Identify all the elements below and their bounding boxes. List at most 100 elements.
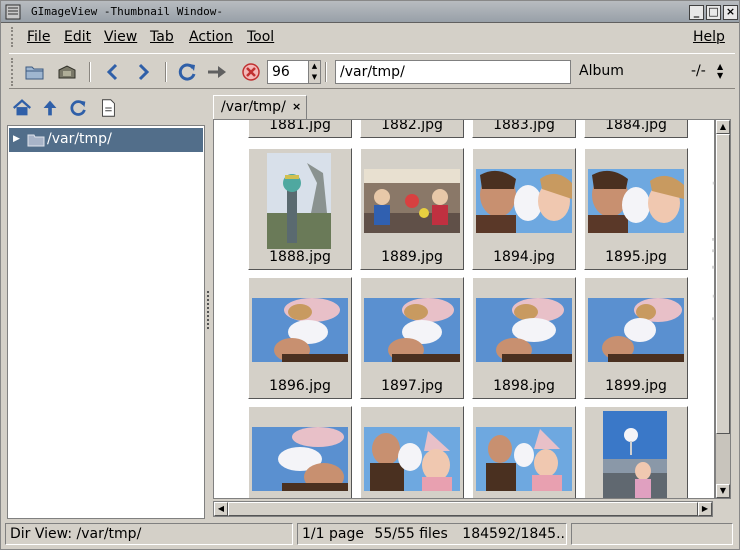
path-input[interactable]: /var/tmp/	[335, 60, 571, 84]
maximize-button[interactable]: □	[706, 5, 721, 20]
thumbnail-cell[interactable]: 1897.jpg	[360, 277, 464, 399]
toolbar-separator	[165, 62, 167, 82]
vertical-scrollbar[interactable]: ▲ ▼	[715, 119, 731, 499]
horizontal-scrollbar[interactable]: ◀ ▶	[213, 501, 713, 517]
menu-tab[interactable]: Tab	[150, 29, 174, 45]
tree-folder-label: /var/tmp/	[47, 131, 112, 147]
thumbnail-cell[interactable]: 1881.jpg	[248, 119, 352, 138]
tab-label: /var/tmp/	[221, 99, 286, 115]
thumbnail-image	[364, 298, 460, 362]
thumbnail-cell[interactable]	[248, 406, 352, 498]
thumbnail-view[interactable]: 1881.jpg 1882.jpg 1883.jpg 1884.jpg 1888…	[213, 119, 715, 499]
thumbnail-image	[476, 298, 572, 362]
thumbnail-cell[interactable]: 1895.jpg	[584, 148, 688, 270]
forward-arrow-icon[interactable]	[131, 60, 155, 84]
thumbnail-cell[interactable]: 1888.jpg	[248, 148, 352, 270]
status-extra	[571, 523, 733, 545]
hscroll-thumb[interactable]	[228, 502, 698, 516]
menu-action[interactable]: Action	[189, 29, 233, 45]
toolbar-grip[interactable]	[11, 58, 17, 86]
tab-close-icon[interactable]: ×	[292, 100, 301, 113]
spinner-arrows[interactable]: ▲ ▼	[308, 61, 320, 83]
close-window-button[interactable]: ×	[723, 5, 738, 20]
back-arrow-icon[interactable]	[101, 60, 125, 84]
menu-bar: File Edit View Tab Action Tool Help	[9, 25, 735, 49]
folder-icon	[27, 134, 45, 147]
thumbnail-image	[267, 153, 331, 249]
thumbnail-caption: 1898.jpg	[493, 378, 555, 394]
status-bytes: 184592/1845...	[462, 526, 567, 542]
directory-tree[interactable]: ▶ /var/tmp/	[7, 125, 205, 519]
thumbnail-cell[interactable]	[584, 406, 688, 498]
thumbnail-image	[603, 411, 667, 498]
thumbnail-cell[interactable]	[360, 406, 464, 498]
title-bar[interactable]: GImageView -Thumbnail Window- _ □ ×	[1, 1, 739, 23]
thumb-size-value: 96	[272, 64, 290, 80]
album-spinner[interactable]: ▲ ▼	[717, 62, 723, 80]
menu-help[interactable]: Help	[693, 29, 725, 45]
stop-icon[interactable]	[239, 60, 263, 84]
menu-edit[interactable]: Edit	[64, 29, 91, 45]
album-label: Album	[579, 63, 624, 79]
toolbar-separator	[89, 62, 91, 82]
scroll-left-icon[interactable]: ◀	[214, 502, 228, 516]
image-browser-icon[interactable]	[55, 60, 79, 84]
menu-tool[interactable]: Tool	[247, 29, 274, 45]
menu-view[interactable]: View	[104, 29, 137, 45]
status-bar: Dir View: /var/tmp/ 1/1 page 55/55 files…	[5, 523, 737, 547]
status-file-info: 1/1 page 55/55 files 184592/1845...	[297, 523, 567, 545]
main-window: GImageView -Thumbnail Window- _ □ × File…	[0, 0, 740, 550]
refresh-icon[interactable]	[175, 60, 199, 84]
refresh-tree-icon[interactable]	[67, 97, 89, 119]
scroll-right-icon[interactable]: ▶	[698, 502, 712, 516]
thumbnail-caption: 1881.jpg	[269, 119, 331, 133]
thumb-size-spinner[interactable]: 96 ▲ ▼	[267, 60, 321, 84]
spin-down-icon[interactable]: ▼	[309, 72, 320, 83]
thumbnail-image	[252, 298, 348, 362]
up-arrow-icon[interactable]	[39, 97, 61, 119]
app-icon[interactable]	[5, 4, 21, 20]
expander-arrow-icon[interactable]: ▶	[13, 134, 20, 144]
thumbnail-caption: 1895.jpg	[605, 249, 667, 265]
thumbnail-image	[588, 298, 684, 362]
album-value: -/-	[691, 63, 706, 79]
document-icon[interactable]	[97, 97, 119, 119]
thumbnail-image	[476, 169, 572, 233]
window-title: GImageView -Thumbnail Window-	[31, 5, 224, 18]
tree-row-selected[interactable]: ▶ /var/tmp/	[9, 128, 203, 152]
menubar-grip[interactable]	[11, 27, 17, 47]
thumbnail-cell[interactable]: 1882.jpg	[360, 119, 464, 138]
home-icon[interactable]	[11, 97, 33, 119]
thumbnail-caption: 1894.jpg	[493, 249, 555, 265]
status-dir-view: Dir View: /var/tmp/	[5, 523, 293, 545]
status-files: 55/55 files	[374, 526, 448, 542]
thumbnail-cell[interactable]: 1898.jpg	[472, 277, 576, 399]
jump-arrow-icon[interactable]	[205, 60, 229, 84]
album-up-icon[interactable]: ▲	[717, 62, 723, 71]
main-toolbar: 96 ▲ ▼ /var/tmp/ Album -/- ▲ ▼	[9, 53, 735, 89]
menu-file[interactable]: File	[27, 29, 50, 45]
thumbnail-cell[interactable]: 1896.jpg	[248, 277, 352, 399]
pane-resize-handle[interactable]	[207, 291, 211, 329]
thumbnail-caption: 1883.jpg	[493, 119, 555, 133]
minimize-button[interactable]: _	[689, 5, 704, 20]
open-folder-icon[interactable]	[23, 60, 47, 84]
scroll-thumb[interactable]	[716, 134, 730, 434]
dir-toolbar	[5, 93, 205, 125]
thumbnail-caption: 1882.jpg	[381, 119, 443, 133]
thumbnail-cell[interactable]: 1889.jpg	[360, 148, 464, 270]
album-down-icon[interactable]: ▼	[717, 71, 723, 80]
thumbnail-caption: 1899.jpg	[605, 378, 667, 394]
tab-var-tmp[interactable]: /var/tmp/ ×	[213, 95, 307, 121]
thumbnail-cell[interactable]: 1883.jpg	[472, 119, 576, 138]
toolbar-separator	[325, 62, 327, 82]
thumbnail-cell[interactable]: 1894.jpg	[472, 148, 576, 270]
thumbnail-cell[interactable]: 1899.jpg	[584, 277, 688, 399]
thumbnail-cell[interactable]: 1884.jpg	[584, 120, 688, 138]
thumbnail-cell[interactable]	[472, 406, 576, 498]
scroll-up-icon[interactable]: ▲	[716, 120, 730, 134]
scroll-down-icon[interactable]: ▼	[716, 484, 730, 498]
spin-up-icon[interactable]: ▲	[309, 61, 320, 72]
thumbnail-caption: 1889.jpg	[381, 249, 443, 265]
thumbnail-image	[364, 427, 460, 491]
